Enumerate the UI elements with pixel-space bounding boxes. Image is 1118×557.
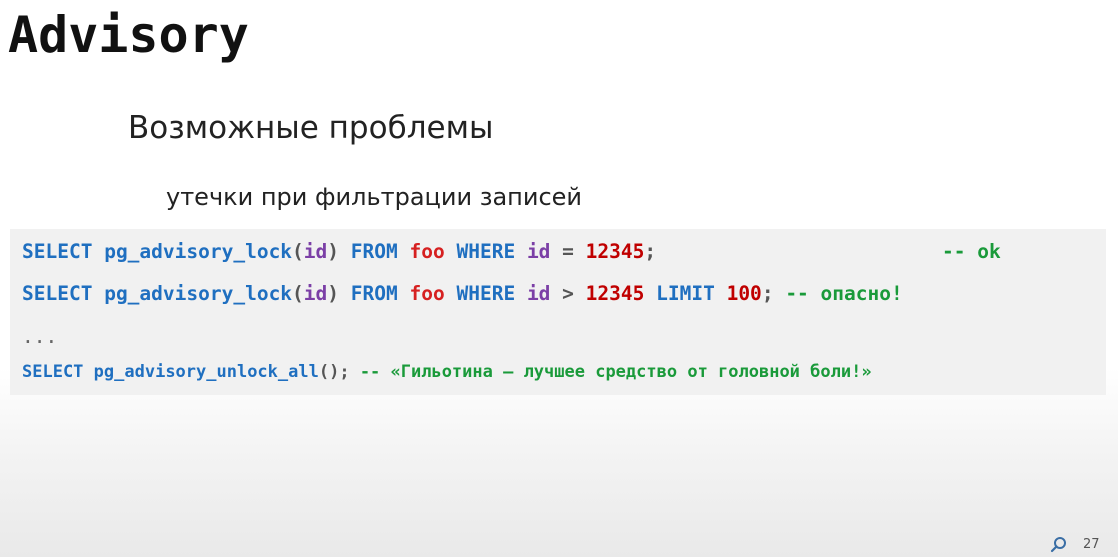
argument: id (303, 282, 328, 305)
keyword-where: WHERE (456, 282, 516, 305)
keyword-from: FROM (350, 240, 398, 263)
keyword-select: SELECT (22, 240, 93, 263)
paren-close: ) (327, 282, 340, 305)
code-line-4: SELECT pg_advisory_unlock_all(); -- «Гил… (22, 359, 872, 385)
page-number: 27 (1083, 537, 1100, 552)
parens: (); (318, 362, 350, 382)
number-literal: 12345 (585, 282, 645, 305)
keyword-where: WHERE (456, 240, 516, 263)
function-name: pg_advisory_lock (104, 282, 293, 305)
keyword-limit: LIMIT (656, 282, 715, 305)
comment-danger: -- опасно! (785, 282, 903, 305)
table-name: foo (409, 282, 445, 305)
keyword-select: SELECT (22, 362, 84, 382)
limit-number: 100 (726, 282, 762, 305)
keyword-from: FROM (350, 282, 398, 305)
paren-open: ( (292, 240, 304, 263)
slide-title: Advisory (8, 6, 249, 64)
comment-ok: -- ok (942, 240, 1001, 263)
code-line-1: SELECT pg_advisory_lock(id) FROM foo WHE… (22, 239, 1001, 265)
search-icon[interactable] (1050, 536, 1068, 554)
keyword-select: SELECT (22, 282, 93, 305)
number-literal: 12345 (585, 240, 645, 263)
bullet-text: утечки при фильтрации записей (166, 183, 583, 211)
paren-open: ( (292, 282, 304, 305)
function-name: pg_advisory_unlock_all (93, 362, 319, 382)
semicolon: ; (761, 282, 774, 305)
operator: > (562, 282, 574, 305)
slide-heading: Возможные проблемы (128, 110, 494, 146)
comment-quote: -- «Гильотина – лучшее средство от голов… (359, 362, 872, 382)
code-ellipsis: ... (22, 325, 58, 348)
argument: id (303, 240, 328, 263)
paren-close: ) (327, 240, 340, 263)
code-line-2: SELECT pg_advisory_lock(id) FROM foo WHE… (22, 281, 903, 307)
column-name: id (526, 282, 551, 305)
semicolon: ; (644, 240, 657, 263)
table-name: foo (409, 240, 445, 263)
function-name: pg_advisory_lock (104, 240, 293, 263)
code-block: SELECT pg_advisory_lock(id) FROM foo WHE… (10, 229, 1106, 395)
column-name: id (526, 240, 551, 263)
operator: = (562, 240, 574, 263)
